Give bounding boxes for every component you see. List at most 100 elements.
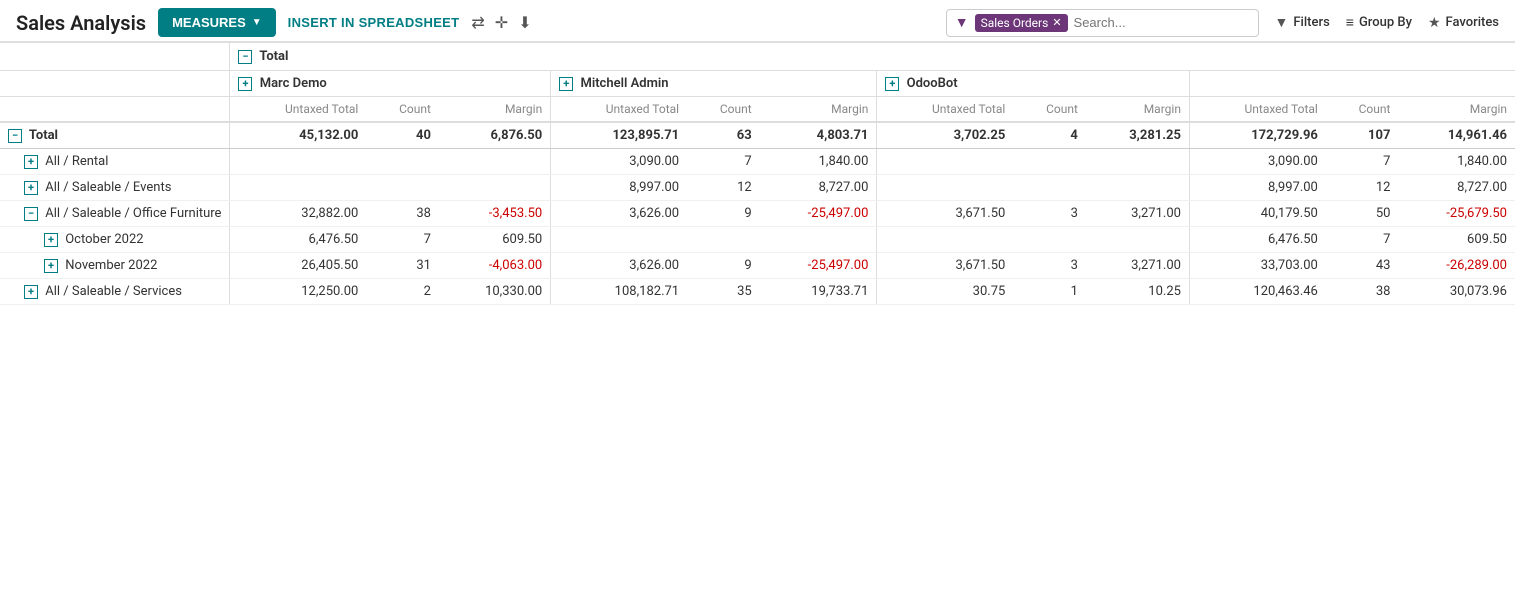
cell xyxy=(687,227,760,253)
cell xyxy=(1013,175,1086,201)
cell: 6,876.50 xyxy=(439,122,551,149)
cell: 3,271.00 xyxy=(1086,201,1190,227)
ob-count-header: Count xyxy=(1013,97,1086,123)
cell: 3,702.25 xyxy=(877,122,1013,149)
toolbar-icons: ⇄ ✛ ⬇ xyxy=(471,13,531,32)
cell: 12 xyxy=(1326,175,1399,201)
cell: 63 xyxy=(687,122,760,149)
action-buttons: ▼ Filters ≡ Group By ★ Favorites xyxy=(1275,14,1499,31)
total-row-expand-icon[interactable]: − xyxy=(8,129,22,143)
group-by-icon: ≡ xyxy=(1346,14,1354,31)
row-expand-icon[interactable]: + xyxy=(24,155,38,169)
search-input[interactable] xyxy=(1074,15,1250,30)
row-label: + November 2022 xyxy=(0,253,230,279)
filter-tag-close[interactable]: ✕ xyxy=(1052,16,1061,29)
cell: 107 xyxy=(1326,122,1399,149)
group-by-button[interactable]: ≡ Group By xyxy=(1346,14,1412,31)
total-group-header xyxy=(1189,71,1515,97)
row-expand-icon[interactable]: + xyxy=(24,285,38,299)
group-by-label: Group By xyxy=(1359,15,1412,30)
measures-button[interactable]: MEASURES ▼ xyxy=(158,8,276,37)
table-row: + All / Saleable / Events 8,997.00 12 8,… xyxy=(0,175,1515,201)
row-label: − All / Saleable / Office Furniture xyxy=(0,201,230,227)
ma-margin-header: Margin xyxy=(760,97,877,123)
total-label: Total xyxy=(259,49,288,64)
cell xyxy=(1013,149,1086,175)
cell: 10,330.00 xyxy=(439,279,551,305)
group-odoobot: + OdooBot xyxy=(877,71,1190,97)
insert-spreadsheet-button[interactable]: INSERT IN SPREADSHEET xyxy=(288,15,460,30)
row-label-header xyxy=(0,97,230,123)
md-margin-header: Margin xyxy=(439,97,551,123)
table-row: + All / Saleable / Services 12,250.00 2 … xyxy=(0,279,1515,305)
cell: 8,997.00 xyxy=(1189,175,1325,201)
cell: 32,882.00 xyxy=(230,201,366,227)
cell: 38 xyxy=(366,201,439,227)
group-marc-demo: + Marc Demo xyxy=(230,71,551,97)
cell xyxy=(230,149,366,175)
mitchell-admin-expand-icon[interactable]: + xyxy=(559,77,573,91)
cell xyxy=(439,175,551,201)
move-icon[interactable]: ✛ xyxy=(495,13,508,32)
cell: 30,073.96 xyxy=(1398,279,1515,305)
cell xyxy=(230,175,366,201)
cell xyxy=(366,149,439,175)
cell: 35 xyxy=(687,279,760,305)
cell xyxy=(877,175,1013,201)
cell: 3,281.25 xyxy=(1086,122,1190,149)
cell: 3 xyxy=(1013,201,1086,227)
cell xyxy=(1013,227,1086,253)
cell: 7 xyxy=(366,227,439,253)
cell: 3,671.50 xyxy=(877,253,1013,279)
filters-label: Filters xyxy=(1293,15,1329,30)
tot-margin-header: Margin xyxy=(1398,97,1515,123)
cell xyxy=(439,149,551,175)
marc-demo-expand-icon[interactable]: + xyxy=(238,77,252,91)
table-row: + All / Rental 3,090.00 7 1,840.00 3,090… xyxy=(0,149,1515,175)
swap-icon[interactable]: ⇄ xyxy=(471,13,484,32)
cell: 3,671.50 xyxy=(877,201,1013,227)
cell: 1,840.00 xyxy=(1398,149,1515,175)
ob-untaxed-header: Untaxed Total xyxy=(877,97,1013,123)
row-expand-icon[interactable]: + xyxy=(24,181,38,195)
filter-tag-label: Sales Orders xyxy=(981,16,1049,30)
cell: 12,250.00 xyxy=(230,279,366,305)
row-collapse-icon[interactable]: − xyxy=(24,207,38,221)
row-label: + All / Saleable / Services xyxy=(0,279,230,305)
filters-button[interactable]: ▼ Filters xyxy=(1275,14,1330,31)
filter-funnel-icon: ▼ xyxy=(1275,14,1289,31)
cell: -25,679.50 xyxy=(1398,201,1515,227)
mitchell-admin-label: Mitchell Admin xyxy=(580,76,668,91)
search-area: ▼ Sales Orders ✕ xyxy=(946,9,1259,37)
row-expand-icon[interactable]: + xyxy=(44,259,58,273)
total-collapse-icon[interactable]: − xyxy=(238,50,252,64)
tot-untaxed-header: Untaxed Total xyxy=(1189,97,1325,123)
favorites-button[interactable]: ★ Favorites xyxy=(1428,15,1499,31)
download-icon[interactable]: ⬇ xyxy=(518,13,531,32)
row-expand-icon[interactable]: + xyxy=(44,233,58,247)
table-container: − Total + Marc Demo + Mitchell Admin + O… xyxy=(0,42,1515,305)
filter-tag[interactable]: Sales Orders ✕ xyxy=(975,14,1068,32)
header-row-groups: + Marc Demo + Mitchell Admin + OdooBot xyxy=(0,71,1515,97)
cell: 123,895.71 xyxy=(551,122,687,149)
cell: 3 xyxy=(1013,253,1086,279)
cell: 172,729.96 xyxy=(1189,122,1325,149)
empty-cell xyxy=(0,71,230,97)
cell: 8,997.00 xyxy=(551,175,687,201)
cell: 40,179.50 xyxy=(1189,201,1325,227)
cell xyxy=(877,227,1013,253)
row-label-text: November 2022 xyxy=(65,258,157,273)
cell: 9 xyxy=(687,253,760,279)
cell: 3,271.00 xyxy=(1086,253,1190,279)
cell: 12 xyxy=(687,175,760,201)
odoobot-expand-icon[interactable]: + xyxy=(885,77,899,91)
table-row: − Total 45,132.00 40 6,876.50 123,895.71… xyxy=(0,122,1515,149)
cell xyxy=(877,149,1013,175)
header-row-total: − Total xyxy=(0,43,1515,71)
cell: 120,463.46 xyxy=(1189,279,1325,305)
cell xyxy=(551,227,687,253)
marc-demo-label: Marc Demo xyxy=(260,76,327,91)
odoobot-label: OdooBot xyxy=(907,76,958,91)
cell: 2 xyxy=(366,279,439,305)
total-row-label: Total xyxy=(29,128,58,143)
